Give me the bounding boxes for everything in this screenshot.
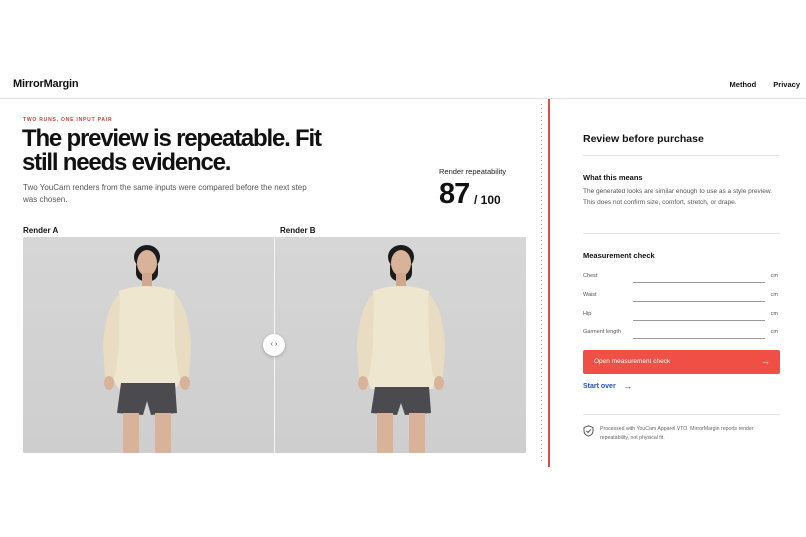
divider bbox=[583, 155, 780, 156]
top-bar: MirrorMargin Method Privacy bbox=[0, 72, 806, 99]
garment-length-input[interactable] bbox=[633, 331, 765, 339]
top-nav: Method Privacy bbox=[715, 80, 800, 89]
hip-field-row: Hip cm bbox=[583, 311, 780, 323]
render-a-image bbox=[23, 237, 274, 453]
render-comparison-viewer[interactable]: ‹ › bbox=[23, 237, 526, 453]
eyebrow: TWO RUNS, ONE INPUT PAIR bbox=[23, 117, 113, 123]
footnote: Processed with YouCam Apparel VTO. Mirro… bbox=[600, 426, 754, 441]
waist-unit: cm bbox=[770, 292, 778, 298]
hip-label: Hip bbox=[583, 311, 592, 317]
render-b-label: Render B bbox=[280, 226, 316, 235]
garment-length-unit: cm bbox=[770, 329, 778, 335]
divider bbox=[583, 414, 780, 415]
waist-input[interactable] bbox=[633, 294, 765, 302]
compare-slider-handle[interactable]: ‹ › bbox=[263, 334, 285, 356]
chest-field-row: Chest cm bbox=[583, 273, 780, 285]
page-title: The preview is repeatable. Fit still nee… bbox=[22, 125, 322, 176]
nav-method-link[interactable]: Method bbox=[730, 80, 757, 89]
model-figure-a bbox=[103, 245, 191, 453]
render-a-label: Render A bbox=[23, 226, 59, 235]
ruler-ticks bbox=[541, 104, 542, 462]
chest-label: Chest bbox=[583, 273, 598, 279]
start-over-link[interactable]: Start over bbox=[583, 383, 616, 390]
meaning-heading: What this means bbox=[583, 173, 643, 182]
score-value: 87 bbox=[439, 178, 470, 210]
arrow-right-icon[interactable]: → bbox=[623, 381, 632, 391]
score-label: Render repeatability bbox=[439, 167, 507, 176]
logo[interactable]: MirrorMargin bbox=[13, 78, 79, 90]
page-subtitle: Two YouCam renders from the same inputs … bbox=[23, 183, 307, 204]
chest-input[interactable] bbox=[633, 275, 765, 283]
hip-unit: cm bbox=[770, 311, 778, 317]
shield-check-icon bbox=[583, 425, 594, 437]
cta-label: Open measurement check bbox=[594, 358, 671, 365]
waist-field-row: Waist cm bbox=[583, 292, 780, 304]
chevron-right-icon: › bbox=[275, 341, 278, 348]
nav-privacy-link[interactable]: Privacy bbox=[773, 80, 800, 89]
hip-input[interactable] bbox=[633, 313, 765, 321]
open-measurement-check-button[interactable]: Open measurement check → bbox=[583, 350, 780, 374]
arrow-right-icon: → bbox=[761, 356, 770, 366]
waist-label: Waist bbox=[583, 292, 597, 298]
chest-unit: cm bbox=[770, 273, 778, 279]
garment-length-label: Garment length bbox=[583, 329, 621, 335]
score-denominator: / 100 bbox=[474, 193, 501, 207]
model-figure-b bbox=[357, 245, 445, 453]
panel-title: Review before purchase bbox=[583, 133, 704, 145]
meaning-text: The generated looks are similar enough t… bbox=[583, 188, 772, 206]
garment-length-field-row: Garment length cm bbox=[583, 329, 780, 341]
divider bbox=[583, 233, 780, 234]
render-b-image bbox=[275, 237, 526, 453]
margin-rule bbox=[548, 99, 550, 467]
measurement-heading: Measurement check bbox=[583, 251, 655, 260]
chevron-left-icon: ‹ bbox=[270, 341, 273, 348]
